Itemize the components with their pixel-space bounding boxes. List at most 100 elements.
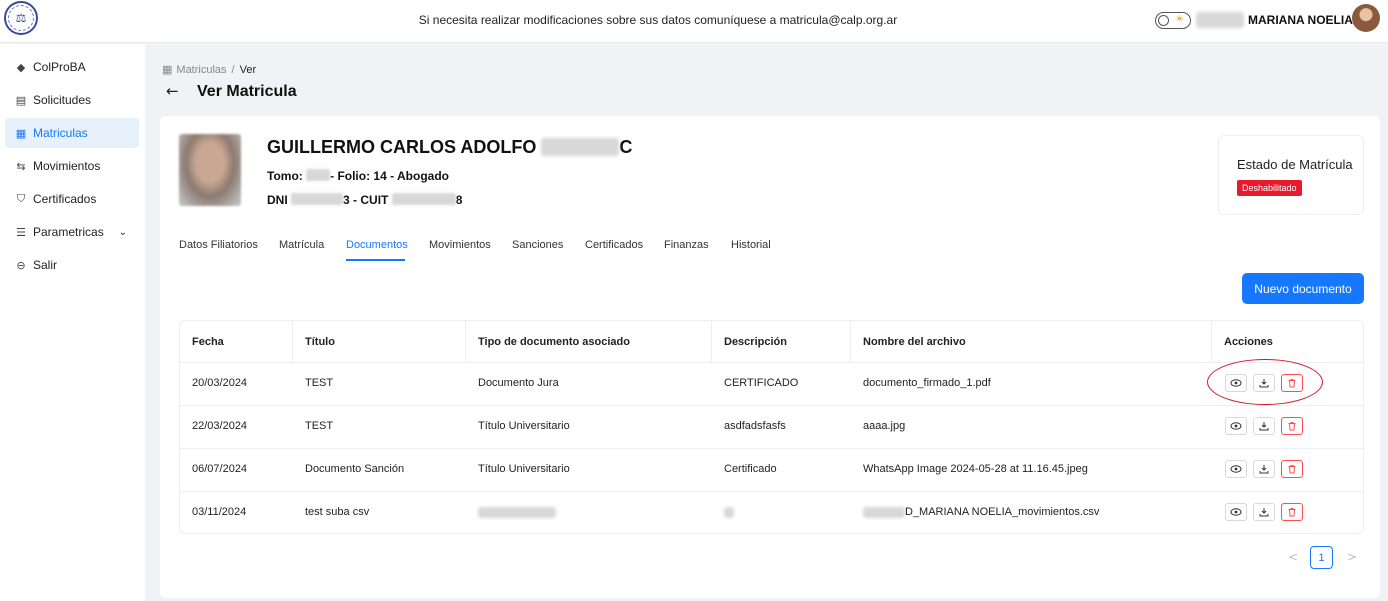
sidebar-item-matriculas[interactable]: ▦ Matriculas bbox=[5, 118, 139, 148]
cell-tipo: Título Universitario bbox=[478, 463, 570, 475]
download-button[interactable] bbox=[1253, 460, 1275, 478]
pagination-prev[interactable]: < bbox=[1288, 550, 1298, 564]
tab-certificados[interactable]: Certificados bbox=[585, 239, 643, 251]
dni-tail: 3 bbox=[343, 193, 350, 207]
sidebar-item-label: Certificados bbox=[33, 192, 97, 206]
folio-text: - Folio: 14 - Abogado bbox=[330, 169, 449, 183]
documents-table: Fecha Título Tipo de documento asociado … bbox=[179, 320, 1364, 534]
user-avatar[interactable] bbox=[1352, 4, 1380, 32]
trash-icon bbox=[1288, 508, 1296, 517]
download-button[interactable] bbox=[1253, 503, 1275, 521]
sidebar-item-colproba[interactable]: ◆ ColProBA bbox=[5, 52, 139, 82]
cuit-label: - CUIT bbox=[353, 193, 389, 207]
sidebar-item-solicitudes[interactable]: ▤ Solicitudes bbox=[5, 85, 139, 115]
cell-tipo: Título Universitario bbox=[478, 420, 570, 432]
user-name[interactable]: MARIANA NOELIA bbox=[1248, 13, 1353, 27]
cell-fecha: 22/03/2024 bbox=[192, 420, 248, 432]
cell-fecha: 03/11/2024 bbox=[192, 506, 247, 518]
tab-movimientos[interactable]: Movimientos bbox=[429, 239, 491, 251]
dni-label: DNI bbox=[267, 193, 288, 207]
chevron-down-icon: ⌄ bbox=[118, 226, 127, 238]
sidebar-item-parametricas[interactable]: ☰ Parametricas ⌄ bbox=[5, 217, 139, 247]
header-notice: Si necesita realizar modificaciones sobr… bbox=[418, 13, 898, 27]
tab-datos-filiatorios[interactable]: Datos Filiatorios bbox=[179, 239, 258, 251]
column-header-descripcion: Descripción bbox=[724, 336, 787, 348]
status-badge: Deshabilitado bbox=[1237, 180, 1302, 196]
delete-button[interactable] bbox=[1281, 503, 1303, 521]
new-document-button[interactable]: Nuevo documento bbox=[1242, 273, 1364, 304]
trash-icon bbox=[1288, 422, 1296, 431]
person-name: GUILLERMO CARLOS ADOLFO C bbox=[267, 137, 632, 158]
column-header-acciones: Acciones bbox=[1224, 336, 1273, 348]
tab-sanciones[interactable]: Sanciones bbox=[512, 239, 563, 251]
cell-archivo: documento_firmado_1.pdf bbox=[863, 377, 991, 389]
column-divider bbox=[1211, 321, 1212, 362]
estado-label: Estado de Matrícula bbox=[1237, 157, 1353, 172]
column-divider bbox=[850, 321, 851, 362]
list-document-icon: ▦ bbox=[162, 63, 173, 76]
logout-icon: ⊖ bbox=[16, 258, 26, 272]
eye-icon bbox=[1230, 508, 1242, 516]
estado-matricula-box: Estado de Matrícula Deshabilitado bbox=[1218, 135, 1364, 215]
tomo-label: Tomo: bbox=[267, 169, 303, 183]
pin-icon: ◆ bbox=[16, 60, 26, 74]
tab-matricula[interactable]: Matrícula bbox=[279, 239, 324, 251]
sidebar-item-label: ColProBA bbox=[33, 60, 86, 74]
cell-archivo: aaaa.jpg bbox=[863, 420, 906, 432]
cell-titulo: TEST bbox=[305, 377, 334, 389]
page-title: Ver Matricula bbox=[197, 83, 297, 100]
cell-descripcion: CERTIFICADO bbox=[724, 377, 799, 389]
view-button[interactable] bbox=[1225, 460, 1247, 478]
column-divider bbox=[292, 321, 293, 362]
tab-finanzas[interactable]: Finanzas bbox=[664, 239, 709, 251]
view-button[interactable] bbox=[1225, 417, 1247, 435]
download-icon bbox=[1259, 465, 1269, 474]
view-button[interactable] bbox=[1225, 503, 1247, 521]
swap-icon: ⇆ bbox=[16, 159, 26, 173]
redacted-cell bbox=[478, 507, 556, 518]
cell-titulo: TEST bbox=[305, 420, 334, 432]
cell-fecha: 20/03/2024 bbox=[192, 377, 248, 389]
cell-titulo: Documento Sanción bbox=[305, 463, 405, 475]
sidebar-item-salir[interactable]: ⊖ Salir bbox=[5, 250, 139, 280]
delete-button[interactable] bbox=[1281, 417, 1303, 435]
redacted-cell bbox=[724, 507, 734, 518]
sidebar-item-certificados[interactable]: ⛉ Certificados bbox=[5, 184, 139, 214]
sidebar: ◆ ColProBA ▤ Solicitudes ▦ Matriculas ⇆ … bbox=[0, 44, 145, 601]
column-header-titulo: Título bbox=[305, 336, 335, 348]
sidebar-item-movimientos[interactable]: ⇆ Movimientos bbox=[5, 151, 139, 181]
cell-descripcion: asdfadsfasfs bbox=[724, 420, 786, 432]
column-divider bbox=[465, 321, 466, 362]
column-divider bbox=[711, 321, 712, 362]
cuit-tail: 8 bbox=[455, 193, 463, 207]
cell-descripcion: Certificado bbox=[724, 463, 777, 475]
breadcrumb-parent[interactable]: Matriculas bbox=[176, 64, 226, 76]
sidebar-item-label: Parametricas bbox=[33, 225, 104, 239]
sun-icon: ☀ bbox=[1175, 14, 1184, 25]
redacted-cell bbox=[863, 507, 905, 518]
row-divider bbox=[180, 448, 1363, 449]
top-header: ⚖ Si necesita realizar modificaciones so… bbox=[0, 0, 1388, 43]
tab-historial[interactable]: Historial bbox=[731, 239, 771, 251]
pagination-page[interactable]: 1 bbox=[1310, 546, 1333, 569]
trash-icon bbox=[1288, 465, 1296, 474]
person-name-end: C bbox=[619, 137, 633, 157]
row-divider bbox=[180, 405, 1363, 406]
cell-fecha: 06/07/2024 bbox=[192, 463, 248, 475]
redacted-user-surname bbox=[1196, 12, 1244, 28]
delete-button[interactable] bbox=[1281, 460, 1303, 478]
back-arrow-icon[interactable]: ← bbox=[166, 82, 179, 100]
column-header-fecha: Fecha bbox=[192, 336, 224, 348]
list-document-icon: ▦ bbox=[15, 126, 27, 140]
pagination-next[interactable]: > bbox=[1347, 550, 1357, 564]
tab-documentos[interactable]: Documentos bbox=[346, 239, 408, 251]
theme-toggle[interactable]: ☀ bbox=[1155, 12, 1191, 29]
cell-tipo: Documento Jura bbox=[478, 377, 559, 389]
sidebar-item-label: Movimientos bbox=[33, 159, 101, 173]
eye-icon bbox=[1230, 422, 1242, 430]
redacted-surname bbox=[541, 138, 620, 156]
eye-icon bbox=[1230, 465, 1242, 473]
document-icon: ▤ bbox=[15, 93, 27, 107]
breadcrumb-current: Ver bbox=[239, 63, 257, 76]
download-button[interactable] bbox=[1253, 417, 1275, 435]
